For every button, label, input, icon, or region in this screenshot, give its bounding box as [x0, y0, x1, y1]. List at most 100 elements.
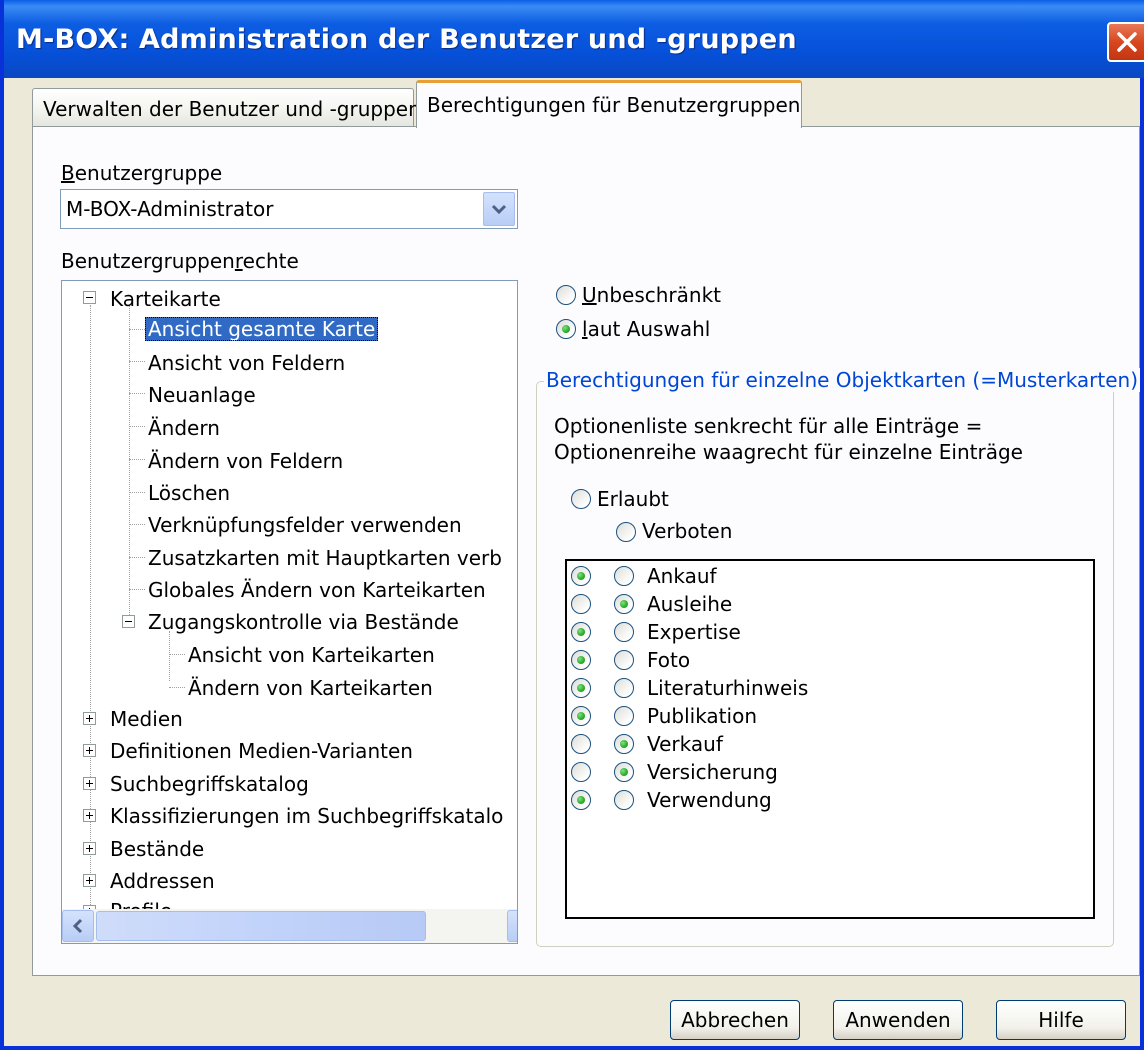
tree-line — [129, 393, 145, 394]
tree-item-selected[interactable]: Ansicht gesamte Karte — [145, 317, 379, 341]
all-forbidden-radio[interactable] — [616, 522, 636, 542]
tree-item[interactable]: Addressen — [110, 869, 215, 893]
tree-line — [129, 361, 145, 362]
user-group-select[interactable]: M-BOX-Administrator — [60, 189, 518, 229]
unlimited-label[interactable]: Unbeschränkt — [582, 283, 721, 307]
tree-line — [129, 426, 145, 427]
tree-item[interactable]: Neuanlage — [148, 383, 256, 407]
tree-line — [169, 631, 170, 681]
tree-line — [169, 687, 185, 688]
list-item-label: Expertise — [647, 620, 741, 644]
verwendung-allowed-radio[interactable] — [571, 790, 591, 810]
tree-item[interactable]: Löschen — [148, 481, 230, 505]
list-item-label: Ausleihe — [647, 592, 733, 616]
unlimited-radio[interactable] — [556, 285, 576, 305]
tree-item[interactable]: Ändern — [148, 416, 220, 440]
verkauf-forbidden-radio[interactable] — [614, 734, 634, 754]
verwendung-forbidden-radio[interactable] — [614, 790, 634, 810]
verkauf-allowed-radio[interactable] — [571, 734, 591, 754]
close-icon — [1117, 32, 1137, 52]
apply-button[interactable]: Anwenden — [833, 1000, 963, 1040]
cancel-button[interactable]: Abbrechen — [670, 1000, 800, 1040]
expand-icon[interactable] — [83, 712, 96, 725]
tree-line — [129, 459, 145, 460]
all-forbidden-label[interactable]: Verboten — [642, 519, 732, 543]
tree-item[interactable]: Ansicht von Feldern — [148, 351, 345, 375]
close-button[interactable] — [1107, 22, 1144, 62]
user-group-label: Benutzergruppe — [61, 161, 223, 185]
tree-item[interactable]: Verknüpfungsfelder verwenden — [148, 513, 462, 537]
by-selection-label[interactable]: laut Auswahl — [582, 317, 710, 341]
expand-icon[interactable] — [83, 842, 96, 855]
tab-manage-users[interactable]: Verwalten der Benutzer und -gruppen — [32, 88, 421, 126]
by-selection-radio[interactable] — [556, 319, 576, 339]
tree-item[interactable]: Ansicht von Karteikarten — [188, 643, 435, 667]
objektkarten-list[interactable]: Ankauf Ausleihe Expertise Foto Literatur… — [565, 559, 1095, 919]
expertise-forbidden-radio[interactable] — [614, 622, 634, 642]
expand-icon[interactable] — [83, 809, 96, 822]
chevron-down-icon — [491, 204, 507, 215]
foto-forbidden-radio[interactable] — [614, 650, 634, 670]
tree-line — [129, 589, 145, 590]
tab-group-permissions[interactable]: Berechtigungen für Benutzergruppen — [416, 80, 802, 128]
tree-item[interactable]: Medien — [110, 707, 183, 731]
scroll-right-button[interactable] — [507, 910, 518, 942]
tree-line — [129, 557, 145, 558]
window-title: M-BOX: Administration der Benutzer und -… — [16, 24, 797, 55]
ausleihe-forbidden-radio[interactable] — [614, 594, 634, 614]
chevron-left-icon — [72, 918, 83, 934]
literaturhinweis-forbidden-radio[interactable] — [614, 678, 634, 698]
rights-label: Benutzergruppenrechte — [61, 249, 299, 273]
tree-item[interactable]: Bestände — [110, 837, 204, 861]
objektkarten-legend: Berechtigungen für einzelne Objektkarten… — [544, 368, 1141, 392]
foto-allowed-radio[interactable] — [571, 650, 591, 670]
tree-item[interactable]: Zugangskontrolle via Bestände — [148, 610, 459, 634]
tree-item[interactable]: Suchbegriffskatalog — [110, 772, 309, 796]
ankauf-forbidden-radio[interactable] — [614, 566, 634, 586]
publikation-allowed-radio[interactable] — [571, 706, 591, 726]
expertise-allowed-radio[interactable] — [571, 622, 591, 642]
ankauf-allowed-radio[interactable] — [571, 566, 591, 586]
tree-item[interactable]: Klassifizierungen im Suchbegriffskatalo — [110, 804, 503, 828]
tree-item[interactable]: Globales Ändern von Karteikarten — [148, 578, 486, 602]
list-item-label: Versicherung — [647, 760, 778, 784]
tree-item[interactable]: Ändern von Karteikarten — [188, 676, 433, 700]
list-item-label: Foto — [647, 648, 691, 672]
hint-line-1: Optionenliste senkrecht für alle Einträg… — [554, 414, 983, 438]
list-item-label: Literaturhinweis — [647, 676, 809, 700]
list-item-label: Publikation — [647, 704, 757, 728]
collapse-icon[interactable] — [83, 291, 96, 304]
tree-line — [129, 524, 145, 525]
list-item-label: Verwendung — [647, 788, 772, 812]
all-allowed-label[interactable]: Erlaubt — [597, 487, 669, 511]
tree-line — [169, 654, 185, 655]
title-bar[interactable]: M-BOX: Administration der Benutzer und -… — [4, 0, 1144, 78]
ausleihe-allowed-radio[interactable] — [571, 594, 591, 614]
tree-item[interactable]: Definitionen Medien-Varianten — [110, 739, 413, 763]
tree-line — [129, 492, 145, 493]
collapse-icon[interactable] — [122, 615, 135, 628]
scroll-left-button[interactable] — [62, 910, 94, 942]
tree-horizontal-scrollbar[interactable] — [62, 909, 518, 943]
hint-line-2: Optionenreihe waagrecht für einzelne Ein… — [554, 440, 1023, 464]
versicherung-forbidden-radio[interactable] — [614, 762, 634, 782]
tab-label: Berechtigungen für Benutzergruppen — [427, 93, 801, 117]
help-button[interactable]: Hilfe — [996, 1000, 1126, 1040]
versicherung-allowed-radio[interactable] — [571, 762, 591, 782]
tree-line — [129, 329, 145, 330]
tree-item[interactable]: Ändern von Feldern — [148, 449, 343, 473]
rights-tree[interactable]: Karteikarte Ansicht gesamte Karte Ansich… — [61, 280, 518, 944]
user-group-value: M-BOX-Administrator — [66, 197, 274, 221]
all-allowed-radio[interactable] — [571, 489, 591, 509]
scroll-thumb[interactable] — [96, 911, 426, 941]
literaturhinweis-allowed-radio[interactable] — [571, 678, 591, 698]
expand-icon[interactable] — [83, 874, 96, 887]
chevron-right-icon — [508, 911, 518, 941]
tree-item[interactable]: Karteikarte — [110, 287, 221, 311]
dropdown-button[interactable] — [483, 192, 515, 226]
publikation-forbidden-radio[interactable] — [614, 706, 634, 726]
tree-item[interactable]: Zusatzkarten mit Hauptkarten verb — [148, 546, 502, 570]
expand-icon[interactable] — [83, 777, 96, 790]
tree-line — [129, 305, 130, 619]
expand-icon[interactable] — [83, 744, 96, 757]
